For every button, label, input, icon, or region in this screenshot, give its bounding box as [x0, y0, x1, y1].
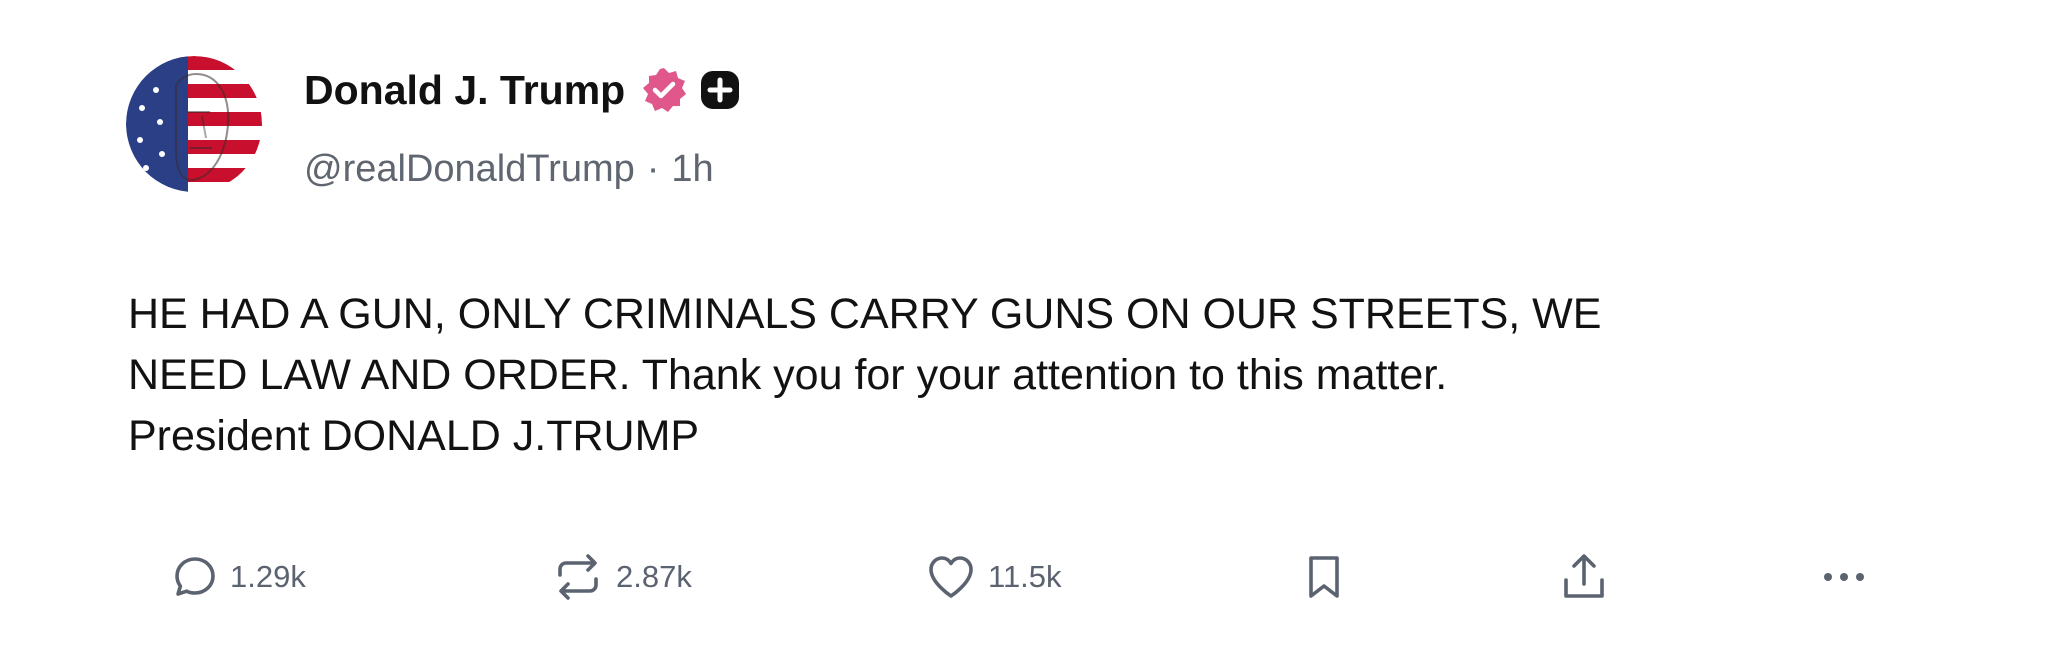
author-display-name[interactable]: Donald J. Trump [304, 67, 625, 114]
post-card: Donald J. Trump @realDonaldTrump · 1h HE… [0, 0, 2048, 655]
flag-face-avatar-icon [126, 56, 262, 192]
more-options-button[interactable] [1820, 545, 1868, 609]
comment-icon [175, 557, 215, 596]
post-timestamp[interactable]: 1h [671, 148, 713, 191]
bookmark-icon [1309, 556, 1339, 598]
more-icon [1824, 573, 1864, 581]
like-count: 11.5k [988, 559, 1062, 594]
share-button[interactable] [1560, 545, 1608, 609]
post-body-line: President DONALD J.TRUMP [128, 412, 700, 460]
plus-badge-icon [699, 69, 741, 111]
repost-icon [558, 554, 598, 600]
bookmark-button[interactable] [1306, 545, 1342, 609]
reply-count: 1.29k [230, 559, 306, 594]
post-actions-bar: 1.29k 2.87k 11.5k [0, 545, 2048, 609]
reply-button[interactable]: 1.29k [172, 545, 306, 609]
repost-count: 2.87k [616, 559, 692, 594]
post-body: HE HAD A GUN, ONLY CRIMINALS CARRY GUNS … [128, 284, 1988, 467]
like-button[interactable]: 11.5k [926, 545, 1062, 609]
avatar[interactable] [126, 56, 262, 192]
verified-badge-icon [639, 65, 689, 115]
repost-button[interactable]: 2.87k [552, 545, 692, 609]
post-body-line: NEED LAW AND ORDER. Thank you for your a… [128, 351, 1448, 399]
post-body-line: HE HAD A GUN, ONLY CRIMINALS CARRY GUNS … [128, 290, 1602, 338]
author-row: Donald J. Trump [304, 62, 741, 118]
share-icon [1564, 554, 1604, 598]
heart-icon [929, 556, 973, 598]
author-handle[interactable]: @realDonaldTrump [304, 148, 635, 191]
meta-separator: · [646, 147, 660, 190]
author-meta: @realDonaldTrump · 1h [304, 144, 714, 194]
